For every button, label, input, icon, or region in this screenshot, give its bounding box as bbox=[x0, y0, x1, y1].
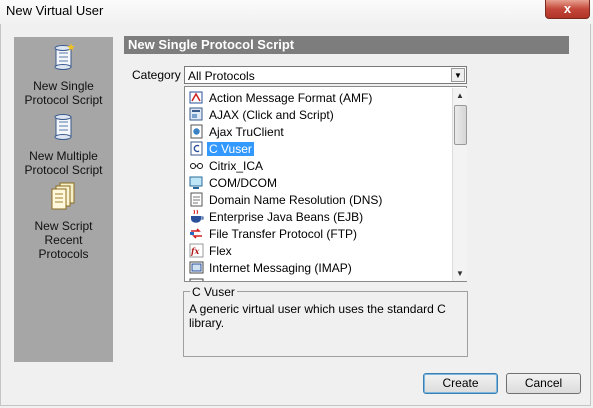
list-item-dns[interactable]: Domain Name Resolution (DNS) bbox=[187, 191, 451, 208]
c-vuser-icon bbox=[190, 141, 203, 156]
scroll-thumb[interactable] bbox=[454, 105, 467, 145]
sidebar-item-label: Recent bbox=[44, 233, 83, 247]
category-select-value: All Protocols bbox=[188, 69, 255, 83]
title-bar: New Virtual User x bbox=[0, 0, 593, 24]
sidebar-item-new-multiple-protocol-script[interactable]: New Multiple Protocol Script bbox=[14, 111, 113, 177]
svg-text:fx: fx bbox=[190, 246, 199, 256]
ftp-icon bbox=[190, 228, 202, 239]
dns-icon bbox=[190, 192, 203, 207]
protocol-label: Enterprise Java Beans (EJB) bbox=[209, 210, 364, 224]
protocol-label: File Transfer Protocol (FTP) bbox=[209, 227, 358, 241]
sidebar-item-label: Protocol Script bbox=[24, 163, 103, 177]
sidebar-item-label: Protocol Script bbox=[24, 93, 103, 107]
description-groupbox: C Vuser A generic virtual user which use… bbox=[183, 285, 468, 357]
close-button[interactable]: x bbox=[545, 0, 590, 19]
scroll-up-icon[interactable]: ▲ bbox=[453, 88, 467, 103]
sidebar: New Single Protocol Script New Multiple … bbox=[14, 37, 113, 362]
imap-icon bbox=[189, 261, 204, 274]
category-select[interactable]: All Protocols ▼ bbox=[184, 66, 467, 84]
list-item-ftp[interactable]: File Transfer Protocol (FTP) bbox=[187, 225, 451, 242]
protocol-list[interactable]: Action Message Format (AMF) AJAX (Click … bbox=[184, 86, 467, 282]
ejb-icon bbox=[191, 209, 204, 223]
protocol-label: Flex bbox=[209, 244, 232, 258]
list-item-partial[interactable] bbox=[187, 276, 451, 281]
sidebar-item-label: New Multiple bbox=[29, 149, 98, 163]
flex-icon: fx bbox=[189, 243, 204, 258]
list-item-flex[interactable]: fx Flex bbox=[187, 242, 451, 259]
description-title: C Vuser bbox=[190, 285, 237, 299]
list-item-amf[interactable]: Action Message Format (AMF) bbox=[187, 89, 451, 106]
protocol-label: Ajax TruClient bbox=[209, 125, 284, 139]
partial-protocol-icon bbox=[189, 278, 204, 281]
description-text: A generic virtual user which uses the st… bbox=[189, 302, 446, 330]
protocol-label: COM/DCOM bbox=[209, 176, 277, 190]
list-item-com-dcom[interactable]: COM/DCOM bbox=[187, 174, 451, 191]
protocol-label: Citrix_ICA bbox=[209, 159, 264, 173]
list-item-ajax-click-and-script[interactable]: AJAX (Click and Script) bbox=[187, 106, 451, 123]
truclient-icon bbox=[190, 124, 203, 139]
sidebar-item-label: New Script bbox=[34, 219, 93, 233]
com-dcom-icon bbox=[189, 176, 203, 189]
list-item-ajax-truclient[interactable]: Ajax TruClient bbox=[187, 123, 451, 140]
list-item-ejb[interactable]: Enterprise Java Beans (EJB) bbox=[187, 208, 451, 225]
scroll-down-icon[interactable]: ▼ bbox=[453, 266, 467, 281]
sidebar-item-label: Protocols bbox=[38, 247, 89, 261]
cancel-button[interactable]: Cancel bbox=[506, 373, 581, 394]
sidebar-item-new-script-recent-protocols[interactable]: New Script Recent Protocols bbox=[14, 181, 113, 261]
close-icon: x bbox=[563, 1, 572, 16]
chevron-down-icon[interactable]: ▼ bbox=[451, 68, 465, 82]
protocol-label: C Vuser bbox=[207, 142, 254, 156]
protocol-label: Internet Messaging (IMAP) bbox=[209, 261, 352, 275]
list-item-citrix-ica[interactable]: Citrix_ICA bbox=[187, 157, 451, 174]
protocol-label: AJAX (Click and Script) bbox=[209, 108, 334, 122]
recent-scripts-icon bbox=[51, 182, 75, 210]
sidebar-item-label: New Single bbox=[33, 79, 94, 93]
sidebar-item-new-single-protocol-script[interactable]: New Single Protocol Script bbox=[14, 41, 113, 107]
multi-script-scroll-icon bbox=[54, 114, 72, 140]
script-scroll-icon bbox=[54, 43, 75, 70]
protocol-list-scrollbar[interactable]: ▲ ▼ bbox=[452, 88, 467, 281]
protocol-label: Domain Name Resolution (DNS) bbox=[209, 193, 383, 207]
protocol-label: Action Message Format (AMF) bbox=[209, 91, 373, 105]
list-item-imap[interactable]: Internet Messaging (IMAP) bbox=[187, 259, 451, 276]
category-label: Category : bbox=[132, 68, 188, 82]
window-title: New Virtual User bbox=[6, 3, 104, 18]
amf-icon bbox=[189, 91, 203, 104]
ajax-icon bbox=[189, 107, 203, 121]
list-item-c-vuser[interactable]: C Vuser bbox=[187, 140, 451, 157]
citrix-icon bbox=[190, 163, 203, 169]
create-button[interactable]: Create bbox=[423, 373, 498, 394]
section-header: New Single Protocol Script bbox=[124, 36, 569, 54]
